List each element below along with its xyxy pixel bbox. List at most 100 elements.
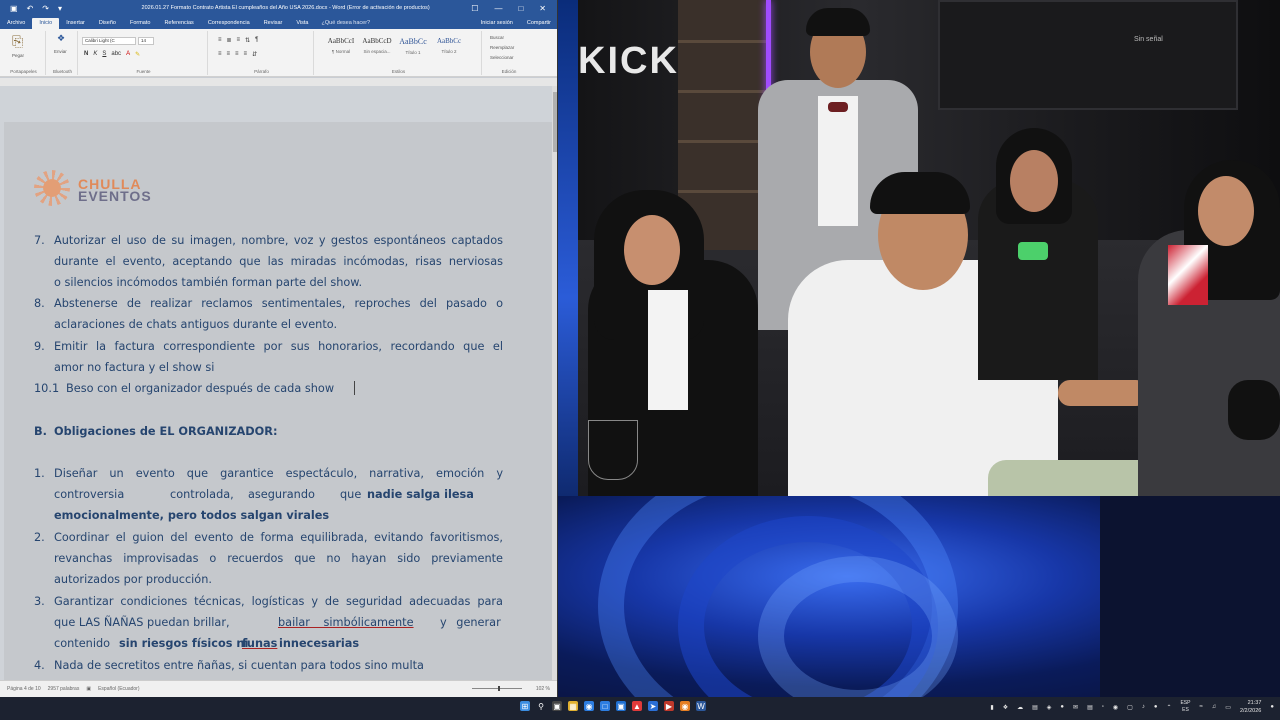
send-button[interactable]: Enviar [54,49,67,54]
line-spacing-icon[interactable]: ⇵ [252,51,257,58]
folder-icon[interactable]: ▤ [1087,704,1093,711]
tab-formato[interactable]: Formato [123,20,157,29]
search-icon[interactable]: ⚲ [536,701,546,711]
network-icon[interactable]: ▤ [1032,704,1038,711]
page-count[interactable]: Página 4 de 10 [7,686,41,692]
strikethrough-button[interactable]: abc [111,51,121,58]
clock[interactable]: 21:37 2/2/2026 [1240,699,1261,715]
maximize-button[interactable]: □ [518,4,523,13]
list-line: amor no factura y el show si [54,361,215,374]
mail-icon[interactable]: ✉ [1073,704,1078,711]
word-icon[interactable]: W [696,701,706,711]
battery-level-icon[interactable]: ▭ [1225,704,1231,711]
obs-icon[interactable]: ◉ [680,701,690,711]
tab-inicio[interactable]: Inicio [32,18,60,29]
font-format-row: N K S abc A ✎ [84,51,140,58]
chat-icon[interactable]: ▫ [1102,704,1104,710]
style-normal[interactable]: AaBbCcI ¶ Normal [324,37,358,61]
list-number: 2. [34,531,45,544]
customize-qat-icon[interactable]: ▾ [58,4,62,13]
edge-icon[interactable]: ◉ [584,701,594,711]
sort-icon[interactable]: ⇅ [245,37,250,44]
tab-correspondencia[interactable]: Correspondencia [201,20,257,29]
multilevel-icon[interactable]: ≡ [237,37,241,44]
tab-archivo[interactable]: Archivo [0,20,32,29]
brave-icon[interactable]: ▲ [632,701,642,711]
tell-me-search[interactable]: ¿Qué desea hacer? [316,20,377,29]
stream-video[interactable]: KICK Sin señal [578,0,1280,496]
zoom-slider[interactable] [472,688,522,689]
zoom-level[interactable]: 102 % [536,686,550,692]
styles-group: AaBbCcI ¶ Normal AaBbCcD Sin espacia... … [316,31,482,75]
volume-tray-icon[interactable]: ♪ [1142,704,1145,710]
text-run: y generar [440,616,501,629]
redo-icon[interactable]: ↷ [42,4,49,13]
language-indicator[interactable]: Español (Ecuador) [98,686,139,692]
minimize-button[interactable]: — [494,4,502,13]
replace-button[interactable]: Reemplazar [490,45,514,50]
wifi-icon[interactable]: ≈ [1199,704,1202,710]
battery-icon[interactable]: ▮ [990,704,993,711]
word-count[interactable]: 2957 palabras [48,686,80,692]
start-icon[interactable]: ⊞ [520,701,530,711]
highlight-icon[interactable]: ✎ [135,51,140,58]
cloud-icon[interactable]: ☁ [1017,704,1023,711]
select-button[interactable]: Seleccionar [490,55,514,60]
underline-button[interactable]: S [102,51,106,58]
proofing-icon[interactable]: ▣ [86,686,91,692]
style-heading-1[interactable]: AaBbCc Título 1 [396,37,430,61]
tab-vista[interactable]: Vista [289,20,315,29]
align-center-icon[interactable]: ≡ [227,51,231,58]
video-app-icon[interactable]: ▶ [664,701,674,711]
bluetooth-tray-icon[interactable]: ❖ [1003,704,1008,711]
bullets-icon[interactable]: ≡ [218,37,222,44]
language-switcher[interactable]: ESP ES [1180,700,1190,714]
show-marks-icon[interactable]: ¶ [255,37,258,44]
tab-diseno[interactable]: Diseño [92,20,123,29]
app-icon[interactable]: ▣ [616,701,626,711]
speaker-icon[interactable]: ♫ [1212,704,1217,710]
underlined-run: bailar simbólicamente [278,616,414,629]
font-size-select[interactable]: 14 [138,37,154,45]
system-tray: ▮ ❖ ☁ ▤ ◈ ● ✉ ▤ ▫ ◉ ▢ ♪ ● ⌃ ESP ES ≈ ♫ ▭… [990,699,1274,715]
notes-icon[interactable]: ▢ [1127,704,1133,711]
scrollbar-thumb[interactable] [553,92,557,152]
justify-icon[interactable]: ≡ [244,51,248,58]
paste-icon[interactable]: ⎘ [12,33,23,50]
shield-icon[interactable]: ◈ [1047,704,1052,711]
undo-icon[interactable]: ↶ [27,4,34,13]
tab-revisar[interactable]: Revisar [257,20,290,29]
app-tray-icon[interactable]: ● [1060,704,1064,710]
chevron-up-icon[interactable]: ⌃ [1166,704,1171,711]
style-no-spacing[interactable]: AaBbCcD Sin espacia... [360,37,394,61]
zoom-slider-handle[interactable] [498,686,500,691]
tab-referencias[interactable]: Referencias [157,20,200,29]
wine-glass [588,420,638,480]
notifications-icon[interactable]: ● [1270,704,1274,710]
paste-button[interactable]: Pegar [12,53,24,58]
task-view-icon[interactable]: ▣ [552,701,562,711]
font-name-select[interactable]: Calibri Light (C [82,37,136,45]
bluetooth-icon[interactable]: ❖ [57,33,65,44]
close-button[interactable]: ✕ [539,4,546,13]
font-color-icon[interactable]: A [126,51,130,58]
share-button[interactable]: Compartir [520,20,557,29]
file-explorer-icon[interactable]: ▦ [568,701,578,711]
vscode-icon[interactable]: ➤ [648,701,658,711]
bold-button[interactable]: N [84,51,88,58]
save-icon[interactable]: ▣ [10,4,18,13]
ribbon-display-icon[interactable]: ☐ [471,4,478,13]
sign-in-link[interactable]: Iniciar sesión [474,20,520,29]
find-button[interactable]: Buscar [490,35,504,40]
style-heading-2[interactable]: AaBbCc Título 2 [432,37,466,61]
numbering-icon[interactable]: ≣ [227,37,232,44]
style-name: Sin espacia... [363,49,391,54]
tab-insertar[interactable]: Insertar [59,20,92,29]
italic-button[interactable]: K [93,51,97,58]
store-icon[interactable]: □ [600,701,610,711]
status-bar: Página 4 de 10 2957 palabras ▣ Español (… [0,680,557,697]
mic-icon[interactable]: ● [1154,704,1158,710]
align-left-icon[interactable]: ≡ [218,51,222,58]
security-icon[interactable]: ◉ [1113,704,1118,711]
align-right-icon[interactable]: ≡ [235,51,239,58]
